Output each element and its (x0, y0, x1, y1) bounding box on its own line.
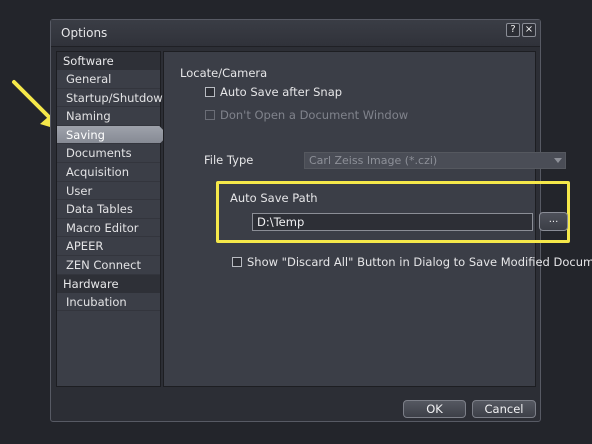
sidebar-item-acquisition[interactable]: Acquisition (57, 163, 160, 182)
dont-open-document-window-label: Don't Open a Document Window (220, 108, 409, 122)
sidebar-item-documents[interactable]: Documents (57, 144, 160, 163)
options-sidebar: Software General Startup/Shutdown Naming… (56, 51, 170, 387)
options-dialog: Options ? × Software General Startup/Shu… (50, 19, 592, 422)
sidebar-item-data-tables[interactable]: Data Tables (57, 200, 160, 219)
sidebar-category-software: Software (57, 52, 160, 70)
show-discard-all-checkbox[interactable] (232, 257, 242, 267)
auto-save-path-heading: Auto Save Path (230, 191, 318, 205)
settings-panel: Locate/Camera Auto Save after Snap Don't… (163, 51, 592, 387)
sidebar-item-apeer[interactable]: APEER (57, 237, 160, 256)
title-bar: Options ? × (51, 20, 540, 47)
sidebar-item-user[interactable]: User (57, 182, 160, 201)
chevron-down-icon (554, 158, 562, 163)
auto-save-after-snap-checkbox[interactable] (205, 87, 215, 97)
auto-save-after-snap-label: Auto Save after Snap (220, 85, 343, 99)
file-type-label: File Type (204, 153, 254, 167)
window-title: Options (61, 26, 108, 40)
sidebar-item-macro-editor[interactable]: Macro Editor (57, 219, 160, 238)
close-button[interactable]: × (522, 23, 536, 37)
file-type-value: Carl Zeiss Image (*.czi) (309, 154, 438, 167)
show-discard-all-label: Show "Discard All" Button in Dialog to S… (247, 255, 592, 269)
auto-save-path-input[interactable]: D:\Temp (252, 213, 533, 231)
browse-button[interactable]: ... (539, 212, 568, 231)
dont-open-document-window-checkbox[interactable] (205, 110, 215, 120)
help-button[interactable]: ? (506, 23, 520, 37)
locate-camera-heading: Locate/Camera (180, 66, 268, 80)
ok-button[interactable]: OK (403, 400, 466, 418)
cancel-button[interactable]: Cancel (472, 400, 536, 418)
sidebar-item-startup-shutdown[interactable]: Startup/Shutdown (57, 89, 170, 108)
sidebar-item-incubation[interactable]: Incubation (57, 293, 160, 312)
sidebar-item-zen-connect[interactable]: ZEN Connect (57, 256, 160, 275)
sidebar-category-hardware: Hardware (57, 274, 160, 293)
sidebar-item-general[interactable]: General (57, 70, 160, 89)
sidebar-item-saving[interactable]: Saving (57, 125, 168, 145)
sidebar-item-naming[interactable]: Naming (57, 107, 160, 126)
file-type-dropdown[interactable]: Carl Zeiss Image (*.czi) (304, 152, 566, 169)
